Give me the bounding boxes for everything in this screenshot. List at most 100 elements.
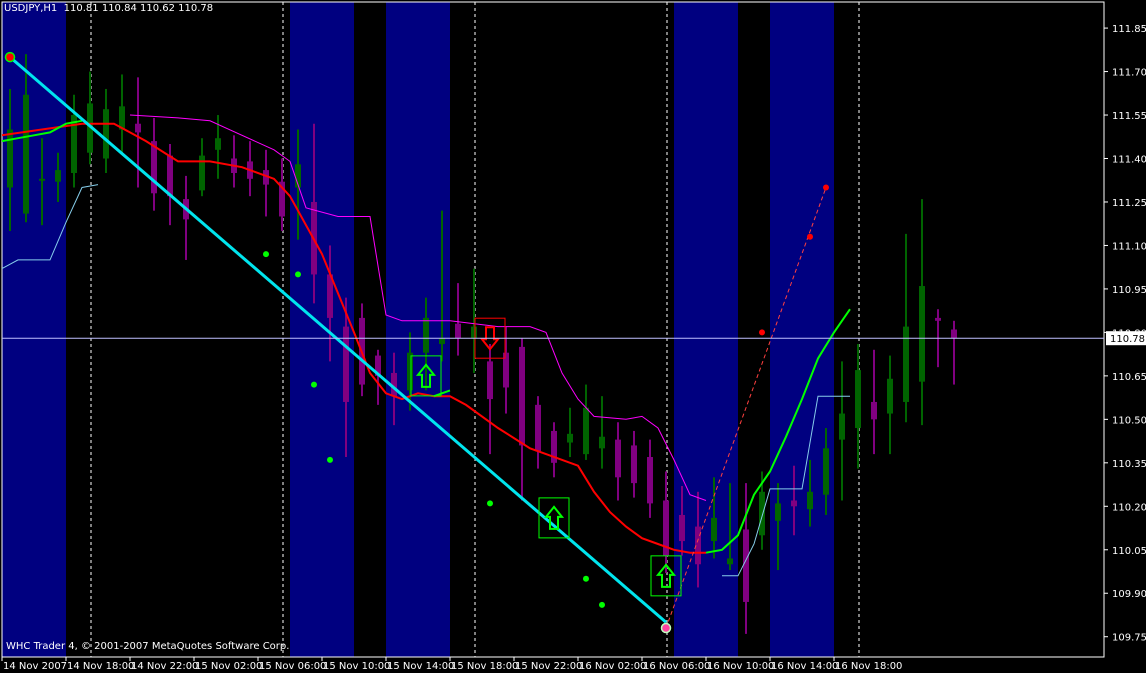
candle-body (519, 346, 525, 446)
candle (903, 233, 909, 423)
candle (583, 384, 589, 460)
candle-body (775, 503, 781, 521)
candle (663, 471, 669, 573)
candle (87, 71, 93, 165)
candle-body (535, 404, 541, 452)
candle-body (839, 413, 845, 440)
candle (951, 320, 957, 385)
candle-body (711, 517, 717, 542)
candle-body (567, 433, 573, 443)
x-tick-label: 15 Nov 10:00 (323, 661, 390, 672)
price-tag-label: 110.78 (1110, 334, 1145, 345)
candle (887, 355, 893, 455)
candle-body (599, 436, 605, 449)
candle (743, 483, 749, 634)
signal-dot (327, 456, 333, 463)
signal-dot (311, 381, 317, 388)
candle-body (951, 329, 957, 339)
candle-body (151, 141, 157, 194)
zigzag-endpoint-dot (660, 622, 672, 634)
candle-body (807, 491, 813, 510)
x-tick-label: 14 Nov 2007 (3, 661, 67, 672)
candle (871, 349, 877, 455)
x-tick-label: 15 Nov 06:00 (259, 661, 326, 672)
x-tick-label: 15 Nov 14:00 (387, 661, 454, 672)
candle-body (759, 491, 765, 536)
y-tick-label: 111.55 (1112, 111, 1146, 122)
candle-body (423, 317, 429, 353)
candle-body (631, 445, 637, 484)
zigzag-dot (823, 184, 829, 191)
candle-body (439, 338, 445, 344)
signal-dot (487, 500, 493, 507)
session-band (770, 2, 834, 657)
y-tick-label: 111.70 (1112, 68, 1146, 79)
candle (231, 135, 237, 188)
candle (615, 422, 621, 501)
y-tick-label: 110.20 (1112, 502, 1146, 513)
candle-body (135, 123, 141, 133)
candle (567, 407, 573, 458)
zigzag-dot (759, 329, 765, 336)
symbol-label: USDJPY,H1 (4, 3, 58, 14)
candle-body (103, 109, 109, 159)
candle (279, 158, 285, 231)
candle-body (487, 361, 493, 400)
candle (471, 268, 477, 373)
candle-body (743, 529, 749, 602)
candle (183, 175, 189, 260)
candle-body (55, 170, 61, 182)
y-tick-label: 110.65 (1112, 372, 1146, 383)
y-tick-label: 110.95 (1112, 285, 1146, 296)
y-tick-label: 109.75 (1112, 633, 1146, 644)
candle-body (823, 448, 829, 495)
candle (631, 430, 637, 498)
signal-dot (263, 251, 269, 258)
x-tick-label: 15 Nov 18:00 (451, 661, 518, 672)
candle (919, 199, 925, 426)
zigzag-dot (807, 233, 813, 240)
signal-dot (599, 601, 605, 608)
candle (263, 149, 269, 217)
candle-body (455, 323, 461, 339)
candle-body (855, 370, 861, 429)
candle-body (23, 94, 29, 214)
signal-dot (583, 575, 589, 582)
candle (599, 396, 605, 469)
x-tick-label: 14 Nov 22:00 (131, 661, 198, 672)
y-tick-label: 111.25 (1112, 198, 1146, 209)
chart-window[interactable]: 111.85 111.70 111.55 111.40 111.25 111.10 110.… (0, 0, 1146, 673)
candle-body (407, 352, 413, 391)
candle-body (727, 558, 733, 565)
candle-body (471, 326, 477, 339)
ohlc-values: 110.81 110.84 110.62 110.78 (63, 3, 214, 14)
y-tick-label: 111.85 (1112, 24, 1146, 35)
candle-body (167, 155, 173, 197)
candle-body (887, 378, 893, 414)
y-tick-label: 109.90 (1112, 589, 1146, 600)
x-tick-label: 14 Nov 18:00 (67, 661, 134, 672)
candle (455, 283, 461, 356)
x-tick-label: 15 Nov 22:00 (515, 661, 582, 672)
x-tick-label: 16 Nov 10:00 (707, 661, 774, 672)
signal-dot (295, 271, 301, 278)
candle (855, 343, 861, 469)
x-tick-label: 16 Nov 14:00 (771, 661, 838, 672)
copyright-label: WHC Trader 4, © 2001-2007 MetaQuotes Sof… (6, 641, 290, 652)
candle (503, 326, 509, 414)
x-tick-label: 16 Nov 06:00 (643, 661, 710, 672)
x-tick-label: 15 Nov 02:00 (195, 661, 262, 672)
candle (199, 138, 205, 197)
candle-body (7, 129, 13, 188)
candle-body (679, 514, 685, 542)
candle-body (935, 317, 941, 321)
candle (535, 396, 541, 469)
candle (647, 439, 653, 518)
candle (551, 422, 557, 478)
y-tick-label: 110.05 (1112, 546, 1146, 557)
candle (151, 117, 157, 211)
candle-body (871, 401, 877, 420)
price-chart[interactable]: 111.85 111.70 111.55 111.40 111.25 111.10 110.… (0, 0, 1146, 673)
candle-body (647, 457, 653, 504)
y-tick-label: 110.35 (1112, 459, 1146, 470)
